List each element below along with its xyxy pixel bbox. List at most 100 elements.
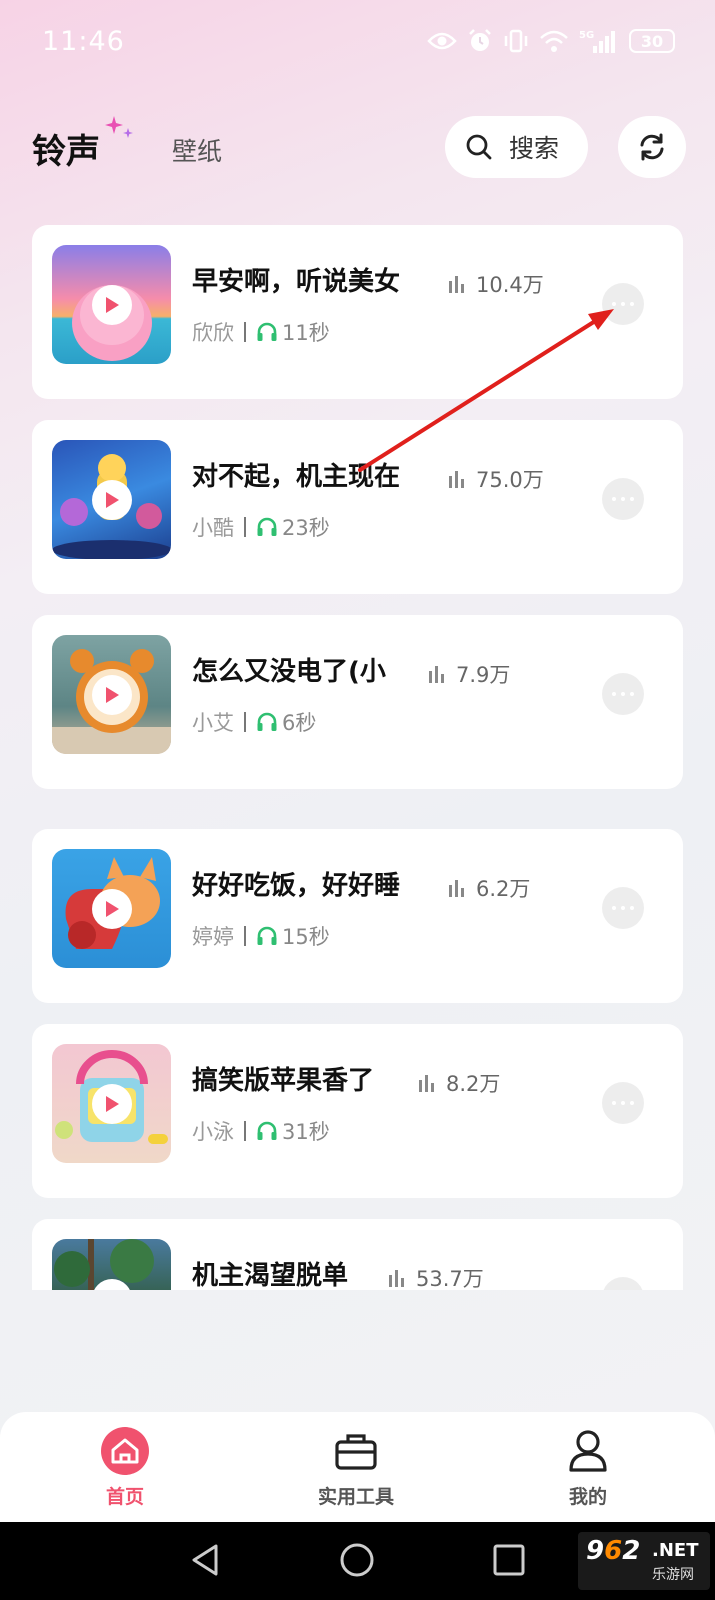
alarm-icon: [469, 29, 491, 51]
ringtone-title: 对不起，机主现在: [192, 462, 401, 492]
ringtone-card[interactable]: 机主渴望脱单 53.7万: [32, 1219, 683, 1290]
bottom-navigation: 首页 实用工具 我的: [0, 1412, 715, 1522]
author-name: 小艾: [192, 711, 234, 735]
more-dot-icon: [621, 497, 625, 501]
ringtone-thumbnail[interactable]: [52, 849, 171, 968]
meta-divider: [244, 926, 246, 946]
ringtone-meta: 婷婷 15秒: [192, 921, 330, 951]
meta-divider: [244, 517, 246, 537]
search-button[interactable]: 搜索: [445, 116, 588, 178]
refresh-button[interactable]: [618, 116, 686, 178]
ringtone-card[interactable]: 怎么又没电了(小 7.9万 小艾 6秒: [32, 615, 683, 789]
status-icons: 5G 30: [427, 28, 675, 54]
meta-divider: [244, 712, 246, 732]
nav-home-label: 首页: [105, 1486, 144, 1508]
ringtone-title: 搞笑版苹果香了: [192, 1066, 375, 1096]
more-dot-icon: [612, 302, 616, 306]
play-count: 75.0万: [448, 464, 544, 494]
nav-mine[interactable]: 我的: [528, 1426, 648, 1509]
back-icon[interactable]: [188, 1542, 224, 1578]
ringtone-thumbnail[interactable]: [52, 245, 171, 364]
play-count-value: 7.9万: [456, 663, 511, 687]
nav-tools[interactable]: 实用工具: [296, 1426, 416, 1509]
watermark-subtitle: 乐游网: [652, 1567, 694, 1583]
search-label: 搜索: [509, 134, 560, 163]
ringtone-title: 早安啊，听说美女: [192, 267, 401, 297]
more-dot-icon: [621, 906, 625, 910]
system-navigation-bar: 962 .NET 乐游网: [0, 1522, 715, 1600]
bar-chart-icon: [389, 1270, 404, 1287]
play-icon: [106, 297, 119, 313]
more-options-button[interactable]: [602, 283, 644, 325]
tab-wallpaper[interactable]: 壁纸: [172, 132, 222, 168]
bar-chart-icon: [449, 276, 464, 293]
more-options-button[interactable]: [602, 887, 644, 929]
ringtone-list: 早安啊，听说美女 10.4万 欣欣 11秒 对不起，机主现在 75.0万 小酷 …: [0, 225, 715, 1290]
more-dot-icon: [621, 1101, 625, 1105]
play-button[interactable]: [92, 480, 132, 520]
more-dot-icon: [612, 906, 616, 910]
top-header: 铃声 壁纸 搜索: [0, 110, 715, 182]
play-button[interactable]: [92, 889, 132, 929]
ringtone-thumbnail[interactable]: [52, 440, 171, 559]
headphones-icon: [257, 322, 277, 341]
play-count: 53.7万: [388, 1263, 484, 1290]
ringtone-title: 怎么又没电了(小: [192, 657, 386, 687]
author-name: 欣欣: [192, 321, 234, 345]
ringtone-card[interactable]: 好好吃饭，好好睡 6.2万 婷婷 15秒: [32, 829, 683, 1003]
refresh-icon: [640, 133, 664, 161]
play-button[interactable]: [92, 675, 132, 715]
duration: 11秒: [282, 321, 330, 345]
ringtone-thumbnail[interactable]: [52, 635, 171, 754]
more-dot-icon: [612, 1101, 616, 1105]
play-count-value: 10.4万: [476, 273, 544, 297]
toolbox-icon: [335, 1434, 377, 1470]
tab-ringtone[interactable]: 铃声: [32, 124, 100, 173]
play-icon: [106, 1096, 119, 1112]
signal-5g-icon: 5G: [579, 30, 615, 53]
ringtone-meta: 小泳 31秒: [192, 1116, 330, 1146]
duration: 31秒: [282, 1120, 330, 1144]
more-options-button[interactable]: [602, 673, 644, 715]
ringtone-thumbnail[interactable]: [52, 1044, 171, 1163]
wifi-icon: [540, 30, 568, 52]
nav-home[interactable]: 首页: [65, 1426, 185, 1509]
play-button[interactable]: [92, 285, 132, 325]
ringtone-card[interactable]: 搞笑版苹果香了 8.2万 小泳 31秒: [32, 1024, 683, 1198]
ringtone-meta: 小酷 23秒: [192, 512, 330, 542]
play-button[interactable]: [92, 1084, 132, 1124]
nav-mine-label: 我的: [568, 1486, 607, 1508]
headphones-icon: [257, 517, 277, 536]
more-dot-icon: [630, 1101, 634, 1105]
more-dot-icon: [612, 497, 616, 501]
recents-icon[interactable]: [491, 1542, 527, 1578]
more-dot-icon: [630, 906, 634, 910]
vibrate-icon: [504, 29, 528, 53]
more-options-button[interactable]: [602, 478, 644, 520]
more-options-button[interactable]: [602, 1082, 644, 1124]
watermark-net: .NET: [652, 1540, 699, 1561]
author-name: 小酷: [192, 516, 234, 540]
ringtone-meta: 小艾 6秒: [192, 707, 316, 737]
headphones-icon: [257, 926, 277, 945]
ringtone-thumbnail[interactable]: [52, 1239, 171, 1290]
duration: 6秒: [282, 711, 317, 735]
bar-chart-icon: [419, 1075, 434, 1092]
ringtone-card[interactable]: 对不起，机主现在 75.0万 小酷 23秒: [32, 420, 683, 594]
bar-chart-icon: [449, 471, 464, 488]
ringtone-title: 机主渴望脱单: [192, 1261, 349, 1290]
home-circle-icon[interactable]: [339, 1542, 375, 1578]
play-count-value: 8.2万: [446, 1072, 501, 1096]
author-name: 小泳: [192, 1120, 234, 1144]
home-icon: [101, 1427, 149, 1475]
more-options-button[interactable]: [602, 1277, 644, 1290]
meta-divider: [244, 322, 246, 342]
ringtone-card[interactable]: 早安啊，听说美女 10.4万 欣欣 11秒: [32, 225, 683, 399]
meta-divider: [244, 1121, 246, 1141]
play-count: 10.4万: [448, 269, 544, 299]
play-count: 7.9万: [428, 659, 510, 689]
duration: 23秒: [282, 516, 330, 540]
watermark-logo: 962 .NET 乐游网: [578, 1532, 710, 1590]
status-time: 11:46: [42, 26, 125, 57]
headphones-icon: [257, 712, 277, 731]
